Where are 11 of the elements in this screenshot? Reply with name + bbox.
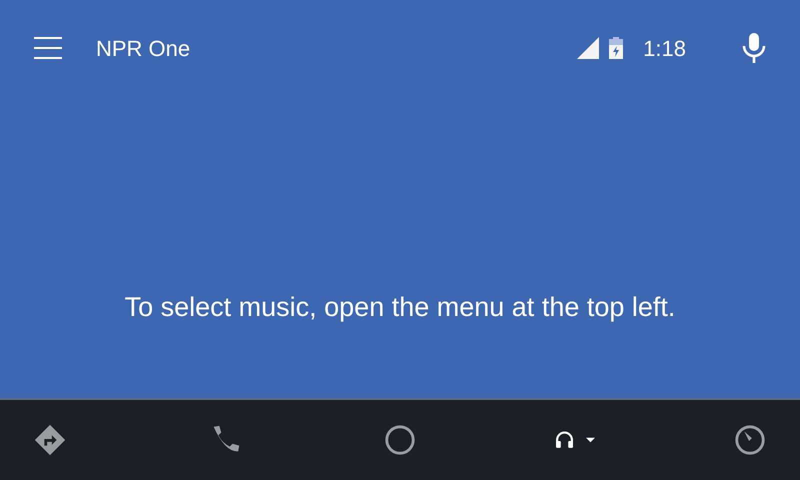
- microphone-icon[interactable]: [742, 33, 766, 63]
- menu-button[interactable]: [34, 37, 64, 59]
- dropdown-caret-icon[interactable]: [586, 436, 595, 444]
- clock-time: 1:18: [643, 34, 686, 62]
- instruction-message: To select music, open the menu at the top left.: [124, 290, 676, 324]
- app-title: NPR One: [96, 34, 190, 62]
- signal-icon: [577, 37, 600, 59]
- directions-icon[interactable]: [33, 423, 67, 457]
- speedometer-icon[interactable]: [733, 423, 767, 457]
- circle-icon[interactable]: [383, 423, 417, 457]
- battery-charging-icon: [609, 37, 624, 59]
